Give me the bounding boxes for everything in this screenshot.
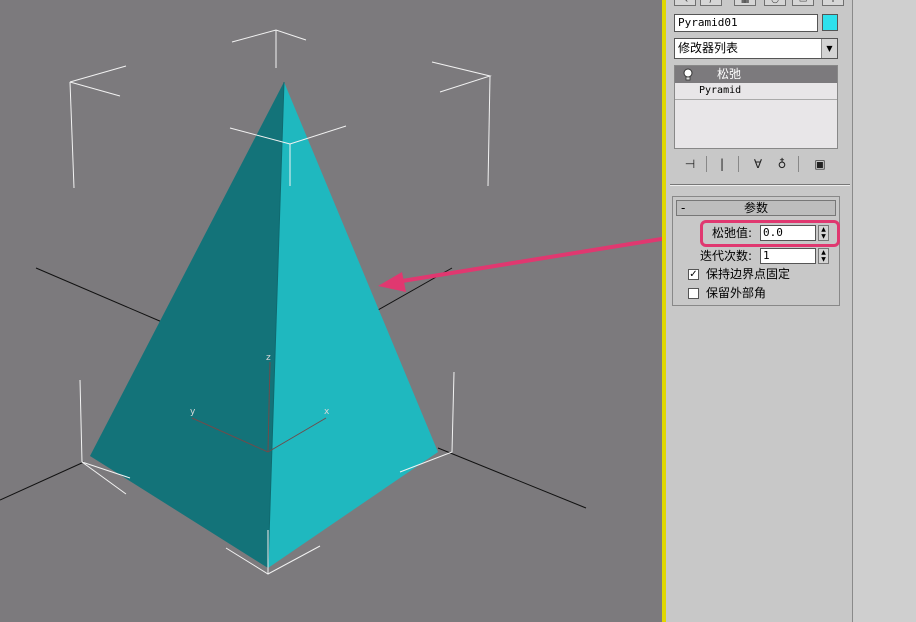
annotation-arrow-head <box>378 272 406 292</box>
annotation-highlight-box <box>700 220 840 247</box>
modify-tab-icon[interactable]: / <box>700 0 722 6</box>
toolbar-separator <box>706 156 707 172</box>
keep-boundary-checkbox[interactable]: ✓ <box>688 269 699 280</box>
rollout-title: 参数 <box>743 201 768 215</box>
hierarchy-tab-icon[interactable]: ▦ <box>734 0 756 6</box>
stack-toolbar: ⊣ | ∀ ♁ ▣ <box>674 154 838 174</box>
object-name-input[interactable]: Pyramid01 <box>674 14 818 32</box>
display-tab-icon[interactable]: ▭ <box>792 0 814 6</box>
object-color-swatch[interactable] <box>822 14 838 31</box>
make-unique-icon[interactable]: ∀ <box>748 154 768 174</box>
command-panel: ↖ / ▦ ○ ▭ T Pyramid01 修改器列表 ▼ 松弛 Pyramid… <box>666 0 852 622</box>
annotation-arrow-line <box>395 236 662 284</box>
create-tab-icon[interactable]: ↖ <box>674 0 696 6</box>
stack-item-pyramid[interactable]: Pyramid <box>675 83 837 100</box>
rollout-collapse-toggle[interactable]: - <box>681 201 685 215</box>
iterations-input[interactable]: 1 <box>760 248 816 264</box>
pyramid-right-face <box>268 82 438 568</box>
iterations-spinner[interactable]: ▲ ▼ <box>818 248 829 264</box>
toolbar-separator <box>738 156 739 172</box>
remove-modifier-icon[interactable]: ♁ <box>772 154 792 174</box>
viewport-scene: y x z <box>0 29 662 575</box>
grid-line <box>35 267 163 323</box>
grid-line <box>437 447 587 509</box>
grid-line <box>0 461 85 501</box>
utilities-tab-icon[interactable]: T <box>822 0 844 6</box>
parameters-rollout-header[interactable]: - 参数 <box>676 200 836 216</box>
stack-item-label: 松弛 <box>717 67 742 81</box>
axis-z-label: z <box>266 353 271 363</box>
configure-sets-icon[interactable]: ▣ <box>810 154 830 174</box>
pyramid-left-face <box>90 82 284 568</box>
axis-x-label: x <box>324 407 330 417</box>
toolbar-separator <box>798 156 799 172</box>
iterations-label: 迭代次数: <box>700 249 753 263</box>
save-outer-corners-checkbox[interactable] <box>688 288 699 299</box>
modifier-list-dropdown[interactable]: 修改器列表 ▼ <box>674 38 838 59</box>
panel-scroll-area <box>852 0 916 622</box>
perspective-viewport[interactable]: y x z <box>0 0 662 622</box>
command-panel-tabs: ↖ / ▦ ○ ▭ T <box>672 0 848 8</box>
pin-stack-icon[interactable]: ⊣ <box>680 154 700 174</box>
motion-tab-icon[interactable]: ○ <box>764 0 786 6</box>
stack-item-relax[interactable]: 松弛 <box>675 66 837 83</box>
chevron-down-icon[interactable]: ▼ <box>821 39 837 58</box>
panel-separator <box>670 184 850 186</box>
save-outer-corners-label: 保留外部角 <box>706 286 767 300</box>
stack-item-label: Pyramid <box>699 85 742 96</box>
axis-y-label: y <box>190 407 196 417</box>
show-end-result-icon[interactable]: | <box>712 154 732 174</box>
modifier-stack: 松弛 Pyramid <box>674 65 838 149</box>
modifier-list-label: 修改器列表 <box>678 41 739 55</box>
keep-boundary-label: 保持边界点固定 <box>706 267 791 281</box>
lightbulb-icon[interactable] <box>682 68 694 81</box>
